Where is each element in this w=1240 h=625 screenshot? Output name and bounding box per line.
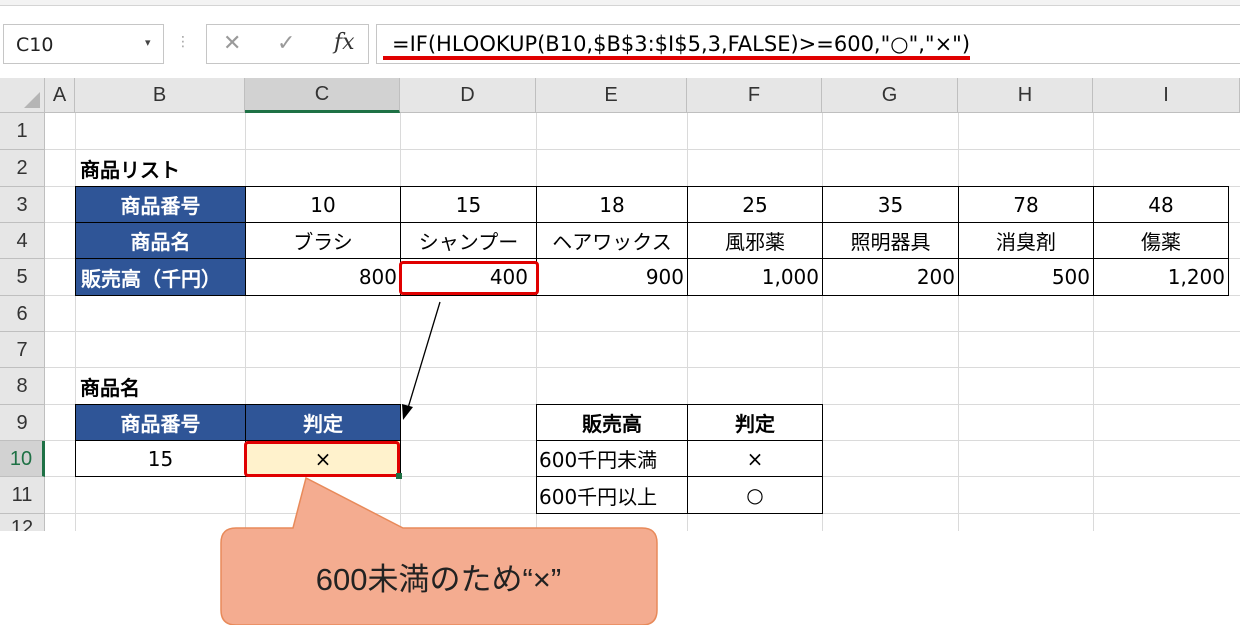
callout-text: 600未満のため“×” [315,562,562,597]
